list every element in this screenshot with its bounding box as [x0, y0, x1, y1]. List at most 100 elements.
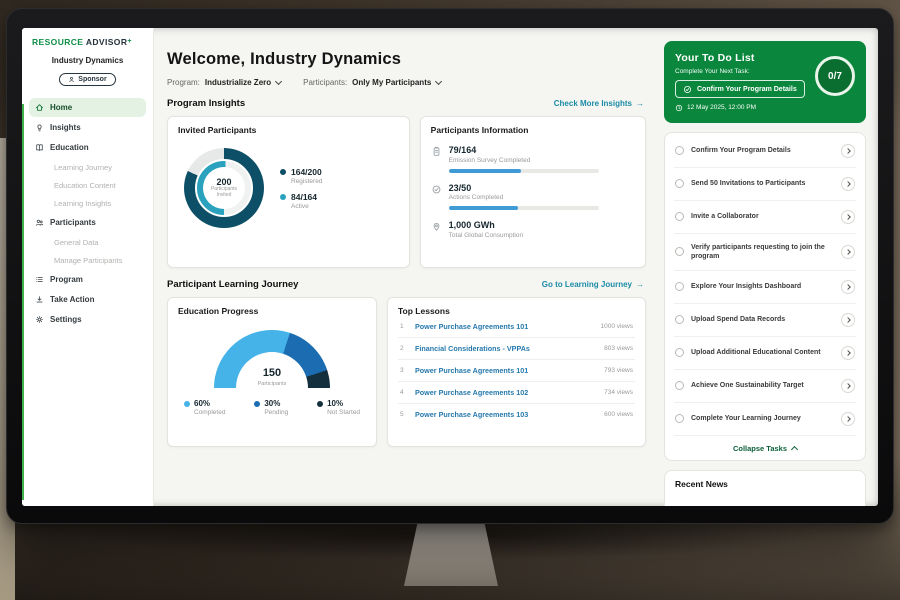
- task-row[interactable]: Upload Additional Educational Content: [674, 337, 856, 370]
- stat-label: Actions Completed: [449, 194, 599, 201]
- next-task-pill[interactable]: Confirm Your Program Details: [675, 80, 805, 98]
- gauge-legend-label: Not Started: [327, 409, 360, 416]
- download-icon: [35, 295, 44, 304]
- lesson-views: 734 views: [604, 389, 633, 396]
- task-label: Confirm Your Program Details: [691, 146, 834, 155]
- gear-icon: [35, 315, 44, 324]
- task-label: Verify participants requesting to join t…: [691, 243, 834, 261]
- lesson-rank: 2: [400, 345, 408, 352]
- learning-journey-title: Participant Learning Journey: [167, 279, 298, 290]
- sidebar-item-program[interactable]: Program: [29, 270, 146, 289]
- task-row[interactable]: Achieve One Sustainability Target: [674, 370, 856, 403]
- logo-advisor: ADVISOR: [86, 37, 128, 47]
- program-filter[interactable]: Program: Industrialize Zero: [167, 78, 281, 87]
- task-checkbox[interactable]: [675, 247, 684, 256]
- task-chevron-button[interactable]: [841, 313, 855, 327]
- stat-emission-survey: 79/164 Emission Survey Completed: [431, 145, 635, 173]
- task-row[interactable]: Upload Spend Data Records: [674, 304, 856, 337]
- lesson-row: 1 Power Purchase Agreements 101 1000 vie…: [398, 316, 635, 338]
- lesson-link[interactable]: Power Purchase Agreements 101: [415, 322, 593, 331]
- sidebar-item-education[interactable]: Education: [29, 138, 146, 157]
- sidebar-item-home[interactable]: Home: [29, 98, 146, 117]
- task-checkbox[interactable]: [675, 414, 684, 423]
- participants-filter-value: Only My Participants: [352, 78, 431, 87]
- task-checkbox[interactable]: [675, 381, 684, 390]
- chevron-right-icon: [845, 383, 851, 389]
- sidebar-item-label: Settings: [50, 315, 82, 324]
- participants-filter[interactable]: Participants: Only My Participants: [303, 78, 441, 87]
- logo-resource: RESOURCE: [32, 37, 83, 47]
- sidebar-item-label: Education: [50, 143, 89, 152]
- check-more-insights-label: Check More Insights: [554, 99, 632, 108]
- task-checkbox[interactable]: [675, 315, 684, 324]
- sidebar-item-settings[interactable]: Settings: [29, 310, 146, 329]
- task-chevron-button[interactable]: [841, 245, 855, 259]
- todo-due-row: 12 May 2025, 12:00 PM: [675, 104, 855, 112]
- lesson-link[interactable]: Power Purchase Agreements 101: [415, 366, 597, 375]
- task-checkbox[interactable]: [675, 348, 684, 357]
- task-row[interactable]: Explore Your Insights Dashboard: [674, 271, 856, 304]
- registered-value: 164/200: [291, 167, 322, 177]
- invited-center-label: Participants Invited: [207, 187, 241, 199]
- sidebar-item-education-content[interactable]: Education Content: [29, 176, 146, 194]
- task-chevron-button[interactable]: [841, 210, 855, 224]
- list-icon: [35, 275, 44, 284]
- participants-filter-label: Participants:: [303, 78, 347, 87]
- collapse-tasks-button[interactable]: Collapse Tasks: [674, 436, 856, 460]
- lightbulb-icon: [35, 123, 44, 132]
- gauge-legend-dot: [184, 401, 190, 407]
- task-row[interactable]: Invite a Collaborator: [674, 201, 856, 234]
- task-checkbox[interactable]: [675, 179, 684, 188]
- todo-tasks-card: Confirm Your Program Details Send 50 Inv…: [664, 132, 866, 461]
- top-lessons-card: Top Lessons 1 Power Purchase Agreements …: [387, 297, 646, 447]
- lesson-views: 793 views: [604, 367, 633, 374]
- task-row[interactable]: Complete Your Learning Journey: [674, 403, 856, 436]
- monitor-bezel: RESOURCE ADVISOR+ Industry Dynamics Spon…: [6, 8, 894, 524]
- lesson-link[interactable]: Financial Considerations - VPPAs: [415, 344, 597, 353]
- task-chevron-button[interactable]: [841, 177, 855, 191]
- sidebar-item-insights[interactable]: Insights: [29, 118, 146, 137]
- sidebar-item-participants[interactable]: Participants: [29, 213, 146, 232]
- task-chevron-button[interactable]: [841, 379, 855, 393]
- task-row[interactable]: Verify participants requesting to join t…: [674, 234, 856, 271]
- chevron-right-icon: [845, 249, 851, 255]
- task-checkbox[interactable]: [675, 212, 684, 221]
- lesson-link[interactable]: Power Purchase Agreements 103: [415, 410, 597, 419]
- todo-due-text: 12 May 2025, 12:00 PM: [687, 104, 756, 111]
- check-more-insights-link[interactable]: Check More Insights →: [554, 99, 644, 108]
- sidebar-item-manage-participants[interactable]: Manage Participants: [29, 251, 146, 269]
- program-insights-title: Program Insights: [167, 98, 245, 109]
- task-chevron-button[interactable]: [841, 346, 855, 360]
- recent-news-card: Recent News: [664, 470, 866, 506]
- go-to-learning-journey-label: Go to Learning Journey: [542, 280, 632, 289]
- sidebar-item-learning-journey[interactable]: Learning Journey: [29, 158, 146, 176]
- task-chevron-button[interactable]: [841, 412, 855, 426]
- gauge-legend-label: Completed: [194, 409, 225, 416]
- sidebar-item-label: Insights: [50, 123, 81, 132]
- sidebar-item-learning-insights[interactable]: Learning Insights: [29, 194, 146, 212]
- lesson-rank: 1: [400, 323, 408, 330]
- page-title: Welcome, Industry Dynamics: [167, 50, 646, 69]
- gauge-legend-value: 60%: [194, 399, 210, 408]
- lesson-views: 803 views: [604, 345, 633, 352]
- stat-global-consumption: 1,000 GWh Total Global Consumption: [431, 220, 635, 239]
- lesson-link[interactable]: Power Purchase Agreements 102: [415, 388, 597, 397]
- sidebar-item-take-action[interactable]: Take Action: [29, 290, 146, 309]
- gauge-legend-value: 10%: [327, 399, 343, 408]
- task-checkbox[interactable]: [675, 282, 684, 291]
- participants-information-card: Participants Information 79/164 Emission…: [420, 116, 646, 268]
- task-chevron-button[interactable]: [841, 144, 855, 158]
- sidebar-nav: Home Insights Education Learning Journey…: [29, 98, 146, 329]
- task-checkbox[interactable]: [675, 146, 684, 155]
- invited-donut-inner: 200 Participants Invited: [195, 159, 253, 217]
- task-row[interactable]: Confirm Your Program Details: [674, 135, 856, 168]
- go-to-learning-journey-link[interactable]: Go to Learning Journey →: [542, 280, 644, 289]
- lesson-rank: 3: [400, 367, 408, 374]
- active-value: 84/164: [291, 192, 317, 202]
- sidebar-item-general-data[interactable]: General Data: [29, 233, 146, 251]
- task-row[interactable]: Send 50 Invitations to Participants: [674, 168, 856, 201]
- filters-row: Program: Industrialize Zero Participants…: [167, 78, 646, 87]
- task-chevron-button[interactable]: [841, 280, 855, 294]
- arrow-right-icon: →: [636, 99, 644, 108]
- app-logo: RESOURCE ADVISOR+: [29, 37, 146, 47]
